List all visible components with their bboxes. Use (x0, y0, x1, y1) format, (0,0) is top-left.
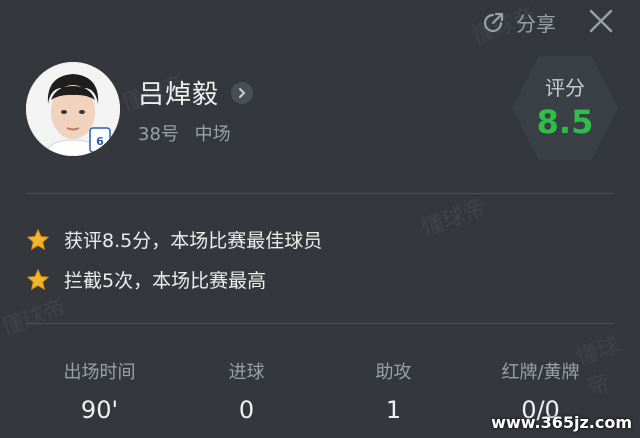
star-icon (26, 268, 50, 290)
player-photo: 6 (26, 62, 120, 156)
stat-label: 进球 (228, 362, 265, 383)
stat-label: 助攻 (375, 362, 412, 383)
divider (26, 323, 614, 324)
player-header: 6 吕焯毅 38号 中场 评分 8.5 (26, 56, 618, 180)
svg-text:6: 6 (96, 135, 104, 148)
player-meta: 38号 中场 (138, 120, 231, 146)
top-bar: 分享 (480, 8, 600, 37)
rating-badge: 评分 8.5 (512, 56, 618, 160)
highlight-item: 获评8.5分，本场比赛最佳球员 (26, 226, 322, 253)
stat-value: 90' (80, 396, 119, 424)
player-number: 38号 (138, 124, 179, 145)
divider (26, 193, 614, 194)
highlight-text: 获评8.5分，本场比赛最佳球员 (64, 230, 323, 252)
close-icon[interactable] (588, 8, 614, 34)
stat-value: 1 (385, 396, 402, 424)
rating-value: 8.5 (536, 103, 594, 141)
name-row: 吕焯毅 (138, 74, 254, 111)
stat-value: 0 (238, 396, 255, 424)
star-icon (26, 228, 50, 250)
stat-label: 红牌/黄牌 (501, 362, 580, 383)
watermark: 懂球帝 (0, 295, 70, 342)
highlight-item: 拦截5次，本场比赛最高 (26, 266, 266, 293)
chevron-right-icon (239, 87, 246, 98)
player-detail-button[interactable] (231, 81, 254, 104)
share-button[interactable]: 分享 (480, 8, 556, 37)
share-icon (483, 12, 504, 32)
player-position: 中场 (194, 124, 231, 145)
player-name: 吕焯毅 (138, 80, 220, 110)
watermark: 懂球帝 (418, 195, 490, 242)
rating-label: 评分 (545, 76, 585, 100)
stat-assists: 助攻 1 (320, 358, 467, 424)
stat-minutes: 出场时间 90' (26, 358, 173, 424)
player-avatar[interactable]: 6 (26, 62, 120, 156)
stat-label: 出场时间 (63, 362, 136, 383)
share-label: 分享 (516, 12, 556, 36)
highlight-text: 拦截5次，本场比赛最高 (64, 270, 267, 292)
site-watermark: www.365jz.com (491, 413, 632, 432)
stat-goals: 进球 0 (173, 358, 320, 424)
